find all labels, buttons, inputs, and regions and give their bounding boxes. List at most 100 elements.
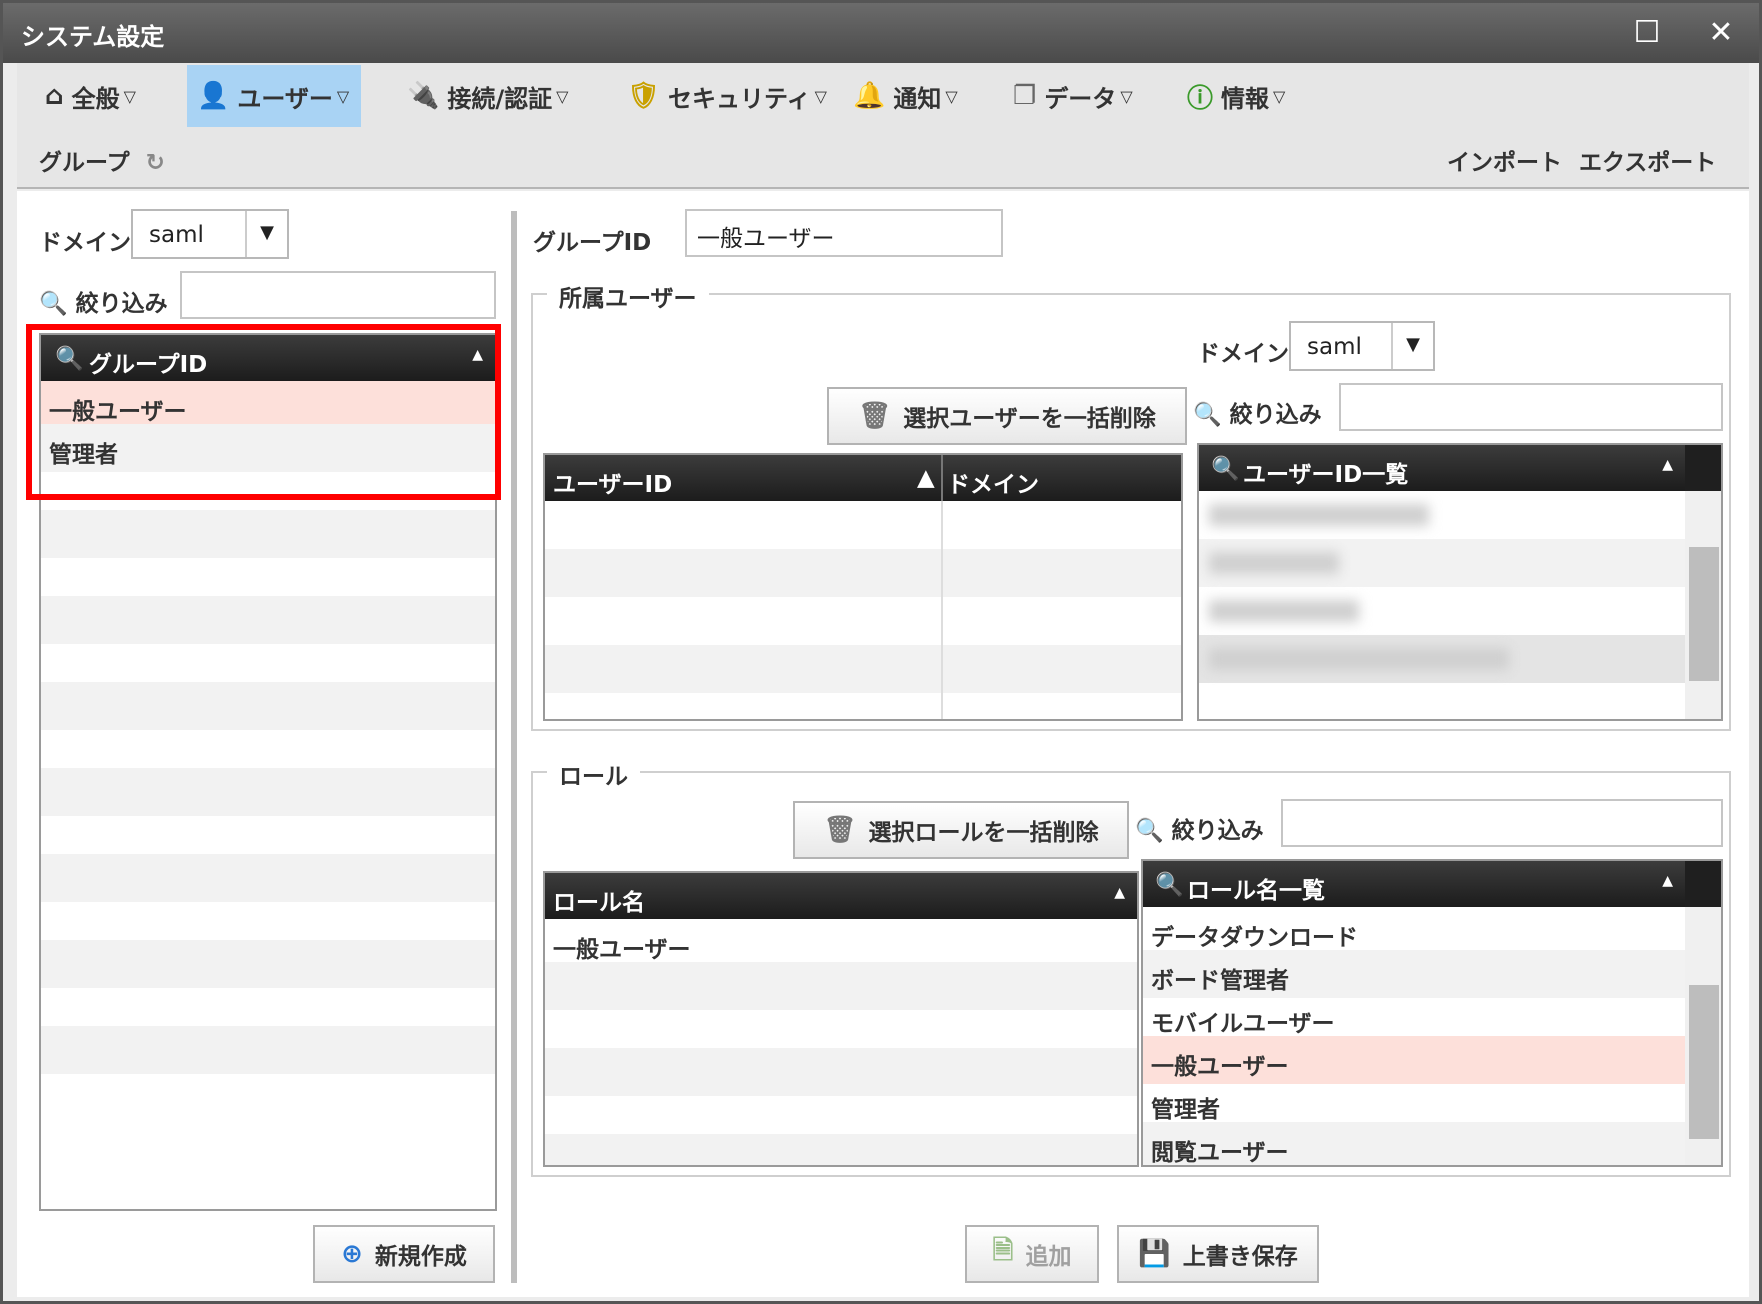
- menu-security[interactable]: 🛡 セキュリティ ▽: [617, 65, 837, 127]
- role-filter-label: 🔍 絞り込み: [1135, 811, 1264, 845]
- list-item[interactable]: [1199, 539, 1685, 587]
- search-icon: 🔍: [1211, 456, 1240, 482]
- add-button-label: 追加: [1025, 1244, 1072, 1270]
- empty-row[interactable]: [41, 768, 495, 816]
- column-divider: [941, 501, 943, 719]
- table-row[interactable]: [545, 645, 1181, 693]
- list-item[interactable]: [1199, 635, 1685, 683]
- table-row[interactable]: [545, 597, 1181, 645]
- assigned-roles-grid: ロール名 ▲ 一般ユーザー: [543, 871, 1139, 1167]
- menu-label: データ: [1044, 84, 1117, 113]
- menu-label: 接続/認証: [447, 84, 553, 113]
- column-domain[interactable]: ドメイン: [947, 465, 1039, 499]
- empty-row[interactable]: [545, 1134, 1137, 1165]
- splitter[interactable]: [511, 211, 517, 1283]
- row-label: データダウンロード: [1151, 925, 1358, 951]
- empty-row[interactable]: [41, 854, 495, 902]
- add-button[interactable]: 🗎 追加: [965, 1225, 1099, 1283]
- search-icon: 🔍: [1135, 818, 1164, 844]
- scrollbar-thumb[interactable]: [1689, 985, 1719, 1139]
- column-role-name: ロール名: [553, 890, 645, 916]
- chevron-down-icon: ▽: [1273, 86, 1286, 106]
- role-filter-input[interactable]: [1281, 799, 1723, 847]
- empty-row[interactable]: [545, 1091, 1137, 1139]
- chevron-down-icon[interactable]: ▼: [245, 211, 287, 257]
- list-item[interactable]: [1199, 491, 1685, 539]
- empty-row[interactable]: [41, 1069, 495, 1117]
- overwrite-save-label: 上書き保存: [1182, 1244, 1298, 1270]
- row-label: 閲覧ユーザー: [1151, 1140, 1289, 1166]
- export-link[interactable]: エクスポート: [1579, 143, 1716, 177]
- menu-notification[interactable]: 🔔 通知 ▽: [843, 65, 968, 127]
- empty-row[interactable]: [41, 725, 495, 773]
- member-filter-input[interactable]: [1339, 383, 1723, 431]
- empty-row[interactable]: [41, 553, 495, 601]
- empty-row[interactable]: [41, 940, 495, 988]
- list-item[interactable]: 一般ユーザー: [545, 919, 1137, 967]
- empty-row[interactable]: [41, 897, 495, 945]
- list-item[interactable]: 閲覧ユーザー: [1143, 1122, 1685, 1166]
- trash-icon: 🗑: [823, 815, 857, 845]
- group-filter-input[interactable]: [180, 271, 496, 319]
- menu-connection-auth[interactable]: 🔌 接続/認証 ▽: [397, 65, 578, 127]
- menu-user[interactable]: 👤 ユーザー ▽: [187, 65, 361, 127]
- chevron-down-icon[interactable]: ▼: [1391, 323, 1433, 369]
- role-list-header[interactable]: 🔍 ロール名一覧 ▲: [1143, 861, 1685, 907]
- table-row[interactable]: [545, 501, 1181, 549]
- assigned-roles-header[interactable]: ロール名 ▲: [545, 873, 1137, 919]
- scrollbar-thumb[interactable]: [1689, 547, 1719, 681]
- sort-asc-icon[interactable]: ▲: [1114, 885, 1125, 901]
- user-id-list-header[interactable]: 🔍 ユーザーID一覧 ▲: [1199, 445, 1685, 491]
- empty-row[interactable]: [545, 1005, 1137, 1053]
- toolbar: ⌂ 全般 ▽ 👤 ユーザー ▽ 🔌 接続/認証 ▽ 🛡 セキュリティ ▽ 🔔 通知 ▽ ❐…: [17, 63, 1749, 189]
- domain-select-value: saml: [149, 222, 204, 248]
- list-item[interactable]: モバイルユーザー: [1143, 993, 1685, 1041]
- maximize-icon[interactable]: ☐: [1625, 11, 1669, 55]
- list-item[interactable]: ボード管理者: [1143, 950, 1685, 998]
- table-row[interactable]: [545, 549, 1181, 597]
- empty-row[interactable]: [545, 962, 1137, 1010]
- title-bar: システム設定 ☐ ✕: [3, 3, 1759, 63]
- submenu-group[interactable]: グループ ↻: [39, 143, 165, 177]
- user-list-scrollbar[interactable]: [1685, 491, 1721, 719]
- search-icon: 🔍: [1155, 872, 1184, 898]
- list-item[interactable]: [1199, 587, 1685, 635]
- blurred-user-id: [1209, 600, 1359, 622]
- empty-row[interactable]: [41, 682, 495, 730]
- chevron-down-icon: ▽: [1120, 86, 1133, 106]
- empty-row[interactable]: [41, 1026, 495, 1074]
- empty-row[interactable]: [545, 1048, 1137, 1096]
- domain-select[interactable]: saml ▼: [131, 209, 289, 259]
- trash-icon: 🗑: [858, 401, 892, 431]
- list-item[interactable]: 管理者: [1143, 1079, 1685, 1127]
- empty-row[interactable]: [41, 811, 495, 859]
- member-domain-select[interactable]: saml ▼: [1289, 321, 1435, 371]
- empty-row[interactable]: [41, 983, 495, 1031]
- list-item[interactable]: データダウンロード: [1143, 907, 1685, 955]
- empty-row[interactable]: [41, 596, 495, 644]
- sort-asc-icon[interactable]: ▲: [1662, 457, 1673, 473]
- list-item[interactable]: 一般ユーザー: [1143, 1036, 1685, 1084]
- menu-label: 全般: [71, 84, 120, 113]
- sort-asc-icon[interactable]: ▲: [1662, 873, 1673, 889]
- import-link[interactable]: インポート: [1447, 143, 1562, 177]
- menu-data[interactable]: ❐ データ ▽: [1003, 65, 1143, 127]
- empty-row[interactable]: [41, 510, 495, 558]
- empty-row[interactable]: [41, 639, 495, 687]
- overwrite-save-button[interactable]: 💾 上書き保存: [1117, 1225, 1319, 1283]
- new-group-button[interactable]: ⊕ 新規作成: [313, 1225, 495, 1283]
- add-document-icon: 🗎: [992, 1236, 1014, 1266]
- bulk-delete-roles-button[interactable]: 🗑 選択ロールを一括削除: [793, 801, 1129, 859]
- group-id-field[interactable]: 一般ユーザー: [685, 209, 1003, 257]
- member-domain-value: saml: [1307, 334, 1362, 360]
- menu-info[interactable]: ⓘ 情報 ▽: [1177, 65, 1295, 127]
- close-icon[interactable]: ✕: [1699, 11, 1743, 55]
- role-list-scrollbar[interactable]: [1685, 907, 1721, 1165]
- bulk-delete-users-button[interactable]: 🗑 選択ユーザーを一括削除: [827, 387, 1187, 445]
- column-user-id[interactable]: ユーザーID: [553, 465, 672, 499]
- refresh-icon[interactable]: ↻: [146, 150, 165, 176]
- menu-general[interactable]: ⌂ 全般 ▽: [35, 65, 146, 127]
- bulk-delete-roles-label: 選択ロールを一括削除: [868, 820, 1099, 846]
- sort-asc-icon[interactable]: ▲: [917, 465, 935, 491]
- row-label: 一般ユーザー: [1151, 1054, 1289, 1080]
